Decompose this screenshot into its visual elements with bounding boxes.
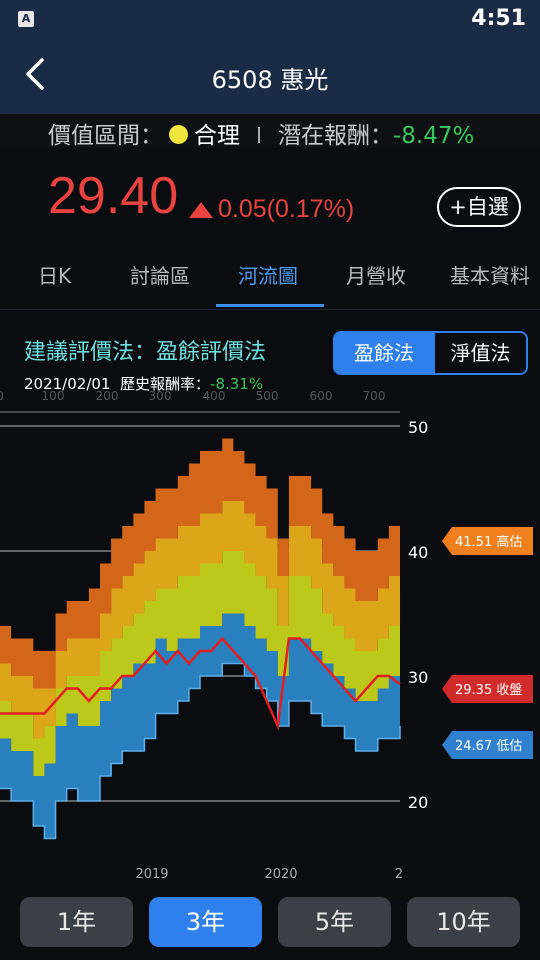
divider (258, 127, 260, 143)
eps-method-button[interactable]: 盈餘法 (335, 333, 433, 373)
top-axis-label: 500 (256, 389, 279, 403)
value-range-label: 價值區間： (48, 123, 163, 149)
tab-river-chart[interactable]: 河流圖 (238, 260, 298, 289)
top-axis-label: 300 (149, 389, 172, 403)
method-toggle: 盈餘法 淨值法 (333, 331, 528, 375)
potential-return-label: 潛在報酬： (278, 123, 393, 149)
period-10y-button[interactable]: 10年 (407, 897, 520, 947)
status-bar: A 4:51 (0, 0, 540, 36)
top-axis-label: 100 (42, 389, 65, 403)
valuation-level: 合理 (194, 123, 240, 149)
tab-daily-k[interactable]: 日K (38, 260, 71, 289)
app-notification-icon: A (18, 11, 34, 27)
tab-monthly-revenue[interactable]: 月營收 (346, 260, 406, 289)
top-axis-label: 0 (0, 389, 4, 403)
nav-bar: 6508 惠光 (0, 36, 540, 114)
top-axis-label: 400 (203, 389, 226, 403)
marker-low-estimate: 24.67 低估 (442, 731, 533, 759)
period-3y-button[interactable]: 3年 (149, 897, 262, 947)
tab-discussion[interactable]: 討論區 (130, 260, 190, 289)
marker-close-label: 29.35 收盤 (455, 683, 522, 698)
top-axis-label: 600 (310, 389, 333, 403)
active-tab-indicator (216, 304, 324, 307)
up-triangle-icon (189, 202, 213, 218)
marker-close: 29.35 收盤 (442, 675, 533, 703)
status-time: 4:51 (471, 6, 526, 31)
page-title: 6508 惠光 (211, 66, 329, 94)
valuation-level-dot (169, 125, 188, 144)
x-tick-label: 2 (395, 867, 403, 882)
valuation-method-title: 建議評價法：盈餘評價法 (24, 340, 267, 365)
y-tick-label: 20 (408, 793, 428, 812)
marker-low-estimate-label: 24.67 低估 (455, 739, 522, 754)
valuation-summary: 價值區間： 合理 潛在報酬：-8.47% (0, 114, 540, 149)
river-chart[interactable]: 0100200300400500600700504030202019202024… (0, 384, 540, 884)
y-tick-label: 50 (408, 418, 428, 437)
marker-high-estimate: 41.51 高估 (442, 527, 533, 555)
y-tick-label: 40 (408, 543, 428, 562)
y-tick-label: 30 (408, 668, 428, 687)
price-header: 29.40 0.05(0.17%) +自選 (0, 148, 540, 240)
period-1y-button[interactable]: 1年 (20, 897, 133, 947)
tab-basic-info[interactable]: 基本資料 (450, 260, 530, 289)
period-5y-button[interactable]: 5年 (278, 897, 391, 947)
book-value-method-button[interactable]: 淨值法 (433, 333, 526, 373)
add-favorite-button[interactable]: +自選 (437, 187, 521, 227)
potential-return-value: -8.47% (393, 123, 475, 149)
top-axis-label: 200 (96, 389, 119, 403)
top-axis-label: 700 (363, 389, 386, 403)
x-tick-label: 2020 (264, 867, 297, 882)
price-change: 0.05(0.17%) (218, 195, 355, 223)
current-price: 29.40 (48, 167, 179, 225)
marker-high-estimate-label: 41.51 高估 (455, 534, 522, 550)
tab-bar: 日K 討論區 河流圖 月營收 基本資料 (0, 240, 540, 310)
x-tick-label: 2019 (135, 867, 168, 882)
